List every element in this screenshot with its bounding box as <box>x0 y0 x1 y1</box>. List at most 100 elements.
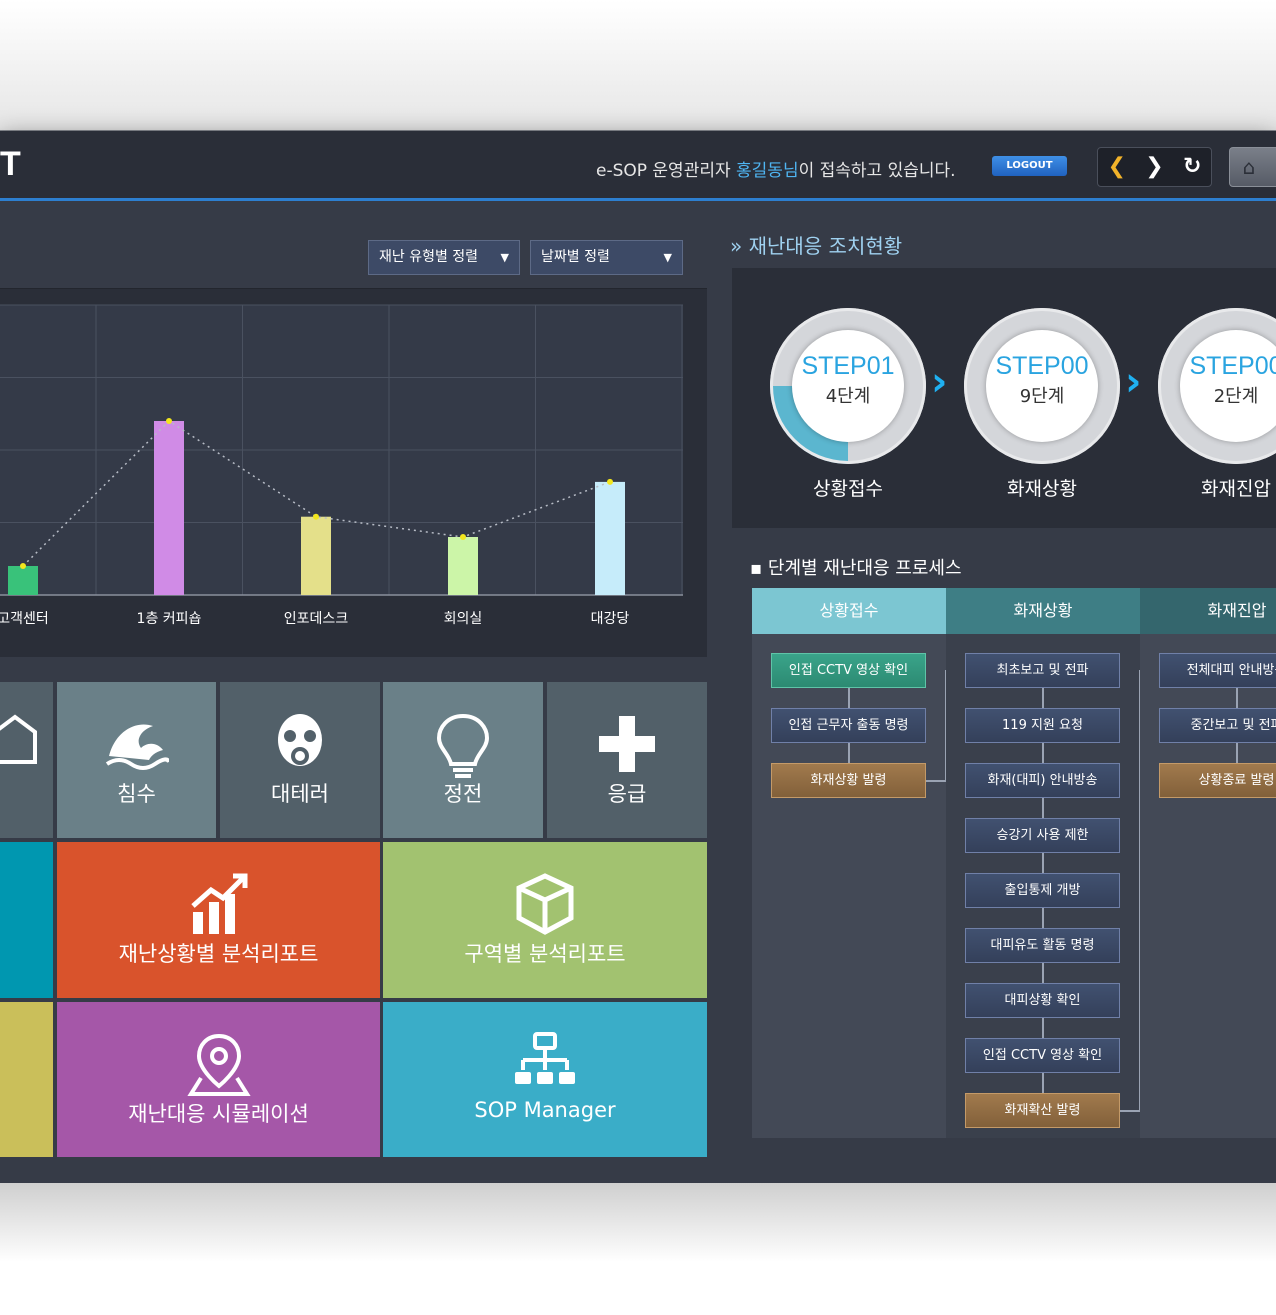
process-step-button[interactable]: 승강기 사용 제한 <box>965 818 1120 853</box>
header-bar: T e-SOP 운영관리자 홍길동님이 접속하고 있습니다. LOGOUT ❮ … <box>0 131 1276 201</box>
tile-partial-row3-0[interactable] <box>0 1002 53 1157</box>
step-arrow-icon: › <box>1125 359 1142 405</box>
bar-chart: 고객센터 1층 커피숍 인포데스크 회의실 대강당 <box>0 304 683 627</box>
step-code: STEP00 <box>995 352 1089 380</box>
x-tick-label: 대강당 <box>591 611 630 627</box>
user-prefix: e-SOP 운영관리자 <box>596 161 737 181</box>
building-icon <box>0 714 37 764</box>
process-connector <box>1042 743 1044 763</box>
history-nav: ❮ ❯ ↻ <box>1097 147 1212 187</box>
logo: T <box>0 145 21 183</box>
process-connector <box>1042 1073 1044 1093</box>
sort-by-type-select[interactable]: 재난 유형별 정렬 ▼ <box>368 240 520 275</box>
x-tick-label: 인포데스크 <box>284 611 349 627</box>
wave-icon <box>105 724 169 770</box>
process-connector <box>848 688 850 708</box>
process-connector <box>1042 688 1044 708</box>
tile-정전[interactable]: 정전 <box>383 682 543 838</box>
tile-재난대응-시뮬레이션[interactable]: 재난대응 시뮬레이션 <box>57 1002 380 1157</box>
bar <box>595 481 625 595</box>
sort-by-date-label: 날짜별 정렬 <box>541 249 610 265</box>
data-point <box>460 534 466 540</box>
org-chart-icon <box>515 1032 575 1084</box>
refresh-icon[interactable]: ↻ <box>1173 148 1211 186</box>
data-point <box>313 513 319 520</box>
chevron-right-icon[interactable]: ❯ <box>1136 148 1174 186</box>
chevron-left-icon[interactable]: ❮ <box>1098 148 1136 186</box>
process-step-button[interactable]: 인접 CCTV 영상 확인 <box>965 1038 1120 1073</box>
data-point <box>607 478 613 485</box>
tile-partial-row1-0[interactable] <box>0 682 53 838</box>
step-count: 4단계 <box>825 386 871 407</box>
tile-침수[interactable]: 침수 <box>57 682 216 838</box>
process-title: ▪ 단계별 재난대응 프로세스 <box>750 558 962 579</box>
process-connector <box>926 780 946 782</box>
tile-label: 구역별 분석리포트 <box>464 942 626 966</box>
process-step-button[interactable]: 인접 근무자 출동 명령 <box>771 708 926 743</box>
tile-응급[interactable]: 응급 <box>547 682 707 838</box>
process-column-head: 상황접수 <box>752 588 946 634</box>
step-center: STEP00 9단계 <box>986 330 1098 442</box>
bar <box>154 421 184 595</box>
process-column-head: 화재상황 <box>946 588 1140 634</box>
tile-재난상황별-분석리포트[interactable]: 재난상황별 분석리포트 <box>57 842 380 998</box>
process-step-button[interactable]: 전체대피 안내방송 <box>1159 653 1276 688</box>
process-step-button[interactable]: 대피상황 확인 <box>965 983 1120 1018</box>
step-center: STEP01 4단계 <box>792 330 904 442</box>
process-step-button[interactable]: 출입통제 개방 <box>965 873 1120 908</box>
bar <box>301 516 331 595</box>
home-nav: ⌂ <box>1229 147 1276 187</box>
process-step-button[interactable]: 상황종료 발령 <box>1159 763 1276 798</box>
caret-down-icon: ▼ <box>500 251 509 264</box>
process-step-button[interactable]: 화재확산 발령 <box>965 1093 1120 1128</box>
tile-대테러[interactable]: 대테러 <box>220 682 380 838</box>
data-point <box>166 418 172 424</box>
step-arrow-icon: › <box>931 359 948 405</box>
user-status: e-SOP 운영관리자 홍길동님이 접속하고 있습니다. <box>596 156 956 181</box>
location-pin-icon <box>186 1033 251 1096</box>
chart-panel: 재난 유형별 정렬 ▼ 날짜별 정렬 ▼ 고객센터 1층 커피숍 인포데스크 회의실 대… <box>0 223 707 657</box>
steps-panel: STEP01 4단계 상황접수 › STEP00 9단계 화재상황 › STEP00… <box>732 268 1276 528</box>
process-connector <box>1120 1110 1140 1112</box>
user-name: 홍길동님 <box>736 161 799 181</box>
step-code: STEP01 <box>801 352 895 380</box>
tile-구역별-분석리포트[interactable]: 구역별 분석리포트 <box>383 842 707 998</box>
tile-label: 대테러 <box>271 782 329 806</box>
tile-label: 정전 <box>443 782 483 806</box>
process-connector <box>1042 963 1044 983</box>
chart-toolbar: 재난 유형별 정렬 ▼ 날짜별 정렬 ▼ <box>0 223 707 289</box>
response-status-title: » 재난대응 조치현황 <box>730 234 903 258</box>
bar <box>8 566 38 595</box>
process-step-button[interactable]: 대피유도 활동 명령 <box>965 928 1120 963</box>
response-status-title-text: 재난대응 조치현황 <box>748 234 903 258</box>
sort-by-date-select[interactable]: 날짜별 정렬 ▼ <box>530 240 683 275</box>
chart-icon <box>190 873 247 934</box>
logout-button[interactable]: LOGOUT <box>992 156 1067 176</box>
x-tick-label: 회의실 <box>444 611 483 627</box>
process-step-button[interactable]: 인접 CCTV 영상 확인 <box>771 653 926 688</box>
tile-label: 응급 <box>607 782 647 806</box>
sort-by-type-label: 재난 유형별 정렬 <box>379 249 479 265</box>
step-count: 9단계 <box>1019 386 1065 407</box>
tile-partial-row2-0[interactable] <box>0 842 53 998</box>
user-suffix: 이 접속하고 있습니다. <box>798 161 956 181</box>
process-connector <box>1042 908 1044 928</box>
process-step-button[interactable]: 최초보고 및 전파 <box>965 653 1120 688</box>
process-connector <box>1236 743 1238 763</box>
process-panel: 상황접수 인접 CCTV 영상 확인 인접 근무자 출동 명령 화재상황 발령 화재상황… <box>752 588 1276 1138</box>
process-step-button[interactable]: 중간보고 및 전파 <box>1159 708 1276 743</box>
process-connector <box>1042 798 1044 818</box>
step-code: STEP00 <box>1189 352 1276 380</box>
process-step-button[interactable]: 119 지원 요청 <box>965 708 1120 743</box>
bar <box>448 537 478 595</box>
process-connector <box>848 743 850 763</box>
process-step-button[interactable]: 화재(대피) 안내방송 <box>965 763 1120 798</box>
tile-SOP-Manager[interactable]: SOP Manager <box>383 1002 707 1157</box>
data-point <box>20 563 26 569</box>
process-step-button[interactable]: 화재상황 발령 <box>771 763 926 798</box>
home-icon[interactable]: ⌂ <box>1230 148 1268 186</box>
tile-label: 재난상황별 분석리포트 <box>118 942 319 966</box>
step-name: 상황접수 <box>813 478 883 500</box>
process-connector <box>1042 853 1044 873</box>
app-window: T e-SOP 운영관리자 홍길동님이 접속하고 있습니다. LOGOUT ❮ … <box>0 131 1276 1183</box>
